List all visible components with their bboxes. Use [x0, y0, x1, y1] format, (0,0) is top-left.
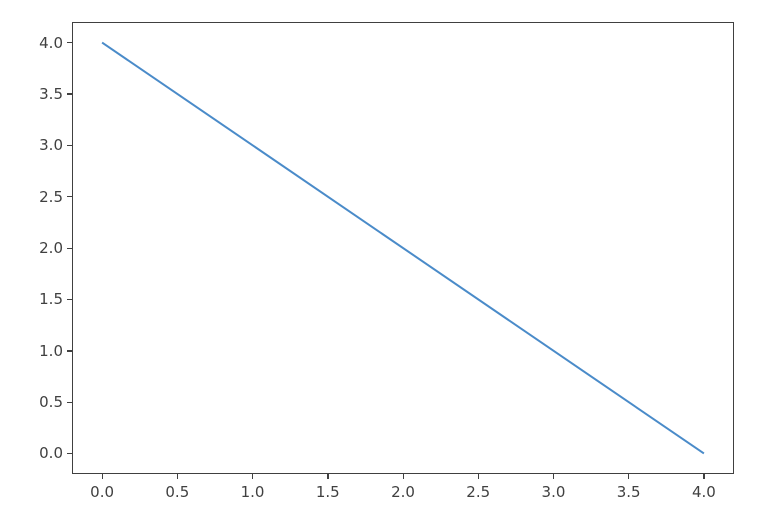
y-tick-mark	[67, 196, 72, 197]
x-tick-label: 0.0	[90, 483, 114, 501]
y-tick-mark	[67, 248, 72, 249]
x-tick-mark	[252, 474, 253, 479]
y-tick-label: 2.5	[39, 188, 63, 206]
y-tick-mark	[67, 299, 72, 300]
y-tick-mark	[67, 350, 72, 351]
x-tick-label: 0.5	[165, 483, 189, 501]
x-tick-label: 3.5	[617, 483, 641, 501]
y-tick-mark	[67, 145, 72, 146]
chart-figure: 0.0 0.5 1.0 1.5 2.0 2.5 3.0 3.5 4.0 0.0 0.5 1.0 1.5…	[0, 0, 768, 521]
x-tick-mark	[553, 474, 554, 479]
x-tick-mark	[703, 474, 704, 479]
x-tick-mark	[628, 474, 629, 479]
line-layer	[0, 0, 768, 521]
y-tick-label: 0.5	[39, 393, 63, 411]
x-tick-label: 1.0	[241, 483, 265, 501]
x-tick-mark	[478, 474, 479, 479]
x-tick-mark	[102, 474, 103, 479]
y-tick-mark	[67, 453, 72, 454]
x-tick-label: 2.0	[391, 483, 415, 501]
data-line	[102, 43, 704, 454]
y-tick-label: 1.0	[39, 342, 63, 360]
y-tick-label: 0.0	[39, 444, 63, 462]
x-tick-mark	[403, 474, 404, 479]
y-tick-label: 1.5	[39, 290, 63, 308]
x-tick-label: 3.0	[542, 483, 566, 501]
y-tick-mark	[67, 42, 72, 43]
y-tick-mark	[67, 402, 72, 403]
x-tick-mark	[177, 474, 178, 479]
y-tick-label: 4.0	[39, 34, 63, 52]
x-tick-label: 1.5	[316, 483, 340, 501]
x-tick-mark	[327, 474, 328, 479]
y-tick-mark	[67, 93, 72, 94]
x-tick-label: 4.0	[692, 483, 716, 501]
y-tick-label: 3.5	[39, 85, 63, 103]
x-tick-label: 2.5	[466, 483, 490, 501]
y-tick-label: 2.0	[39, 239, 63, 257]
y-tick-label: 3.0	[39, 136, 63, 154]
